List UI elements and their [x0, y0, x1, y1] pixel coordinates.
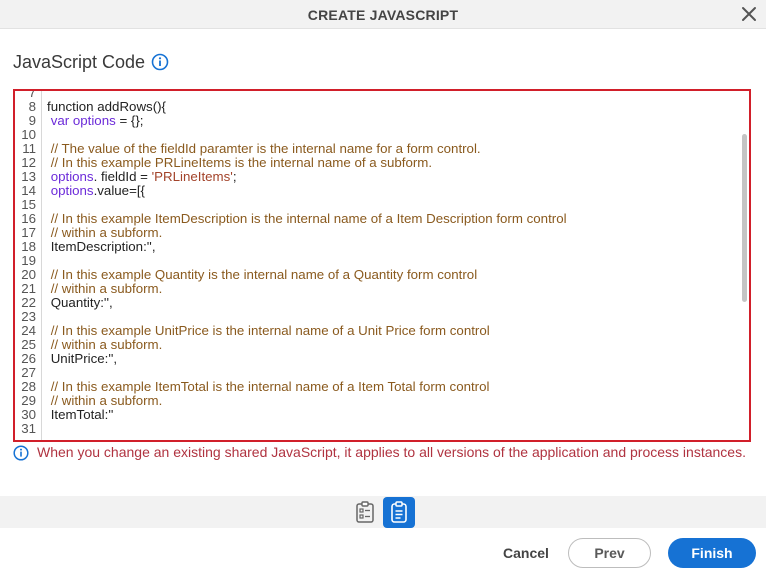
code-line[interactable]: 8 function addRows(){ [15, 100, 749, 114]
code-line[interactable]: 14 options.value=[{ [15, 184, 749, 198]
info-icon[interactable] [151, 53, 169, 71]
line-number: 25 [21, 337, 36, 352]
code-line[interactable]: 19 [15, 254, 749, 268]
code-text: // The value of the fieldId paramter is … [50, 141, 481, 156]
line-number: 30 [21, 407, 36, 422]
line-number: 28 [21, 379, 36, 394]
code-text: // In this example PRLineItems is the in… [50, 155, 433, 170]
finish-button[interactable]: Finish [668, 538, 756, 568]
line-number: 29 [21, 393, 36, 408]
code-text: // In this example ItemTotal is the inte… [50, 379, 490, 394]
code-line[interactable]: 21 // within a subform. [15, 282, 749, 296]
notice-text: When you change an existing shared JavaS… [37, 444, 746, 460]
code-line[interactable]: 25 // within a subform. [15, 338, 749, 352]
editor-scrollbar[interactable] [742, 134, 747, 302]
code-view-button[interactable] [383, 497, 415, 528]
code-text: options. fieldId = 'PRLineItems'; [50, 169, 237, 184]
code-text: // In this example UnitPrice is the inte… [50, 323, 490, 338]
code-text: // In this example ItemDescription is th… [50, 211, 567, 226]
code-line[interactable]: 16 // In this example ItemDescription is… [15, 212, 749, 226]
code-line[interactable]: 27 [15, 366, 749, 380]
code-text: // within a subform. [50, 281, 163, 296]
line-number: 10 [21, 127, 36, 142]
code-line[interactable]: 26 UnitPrice:'', [15, 352, 749, 366]
code-text: options.value=[{ [50, 183, 145, 198]
line-number: 15 [21, 197, 36, 212]
code-line[interactable]: 22 Quantity:'', [15, 296, 749, 310]
code-line[interactable]: 13 options. fieldId = 'PRLineItems'; [15, 170, 749, 184]
code-text: ItemDescription:'', [47, 239, 156, 254]
code-text: Quantity:'', [47, 295, 113, 310]
code-line[interactable]: 15 [15, 198, 749, 212]
line-number: 12 [21, 155, 36, 170]
line-number: 14 [21, 183, 36, 198]
line-number: 13 [21, 169, 36, 184]
code-line[interactable]: 12 // In this example PRLineItems is the… [15, 156, 749, 170]
line-number: 27 [21, 365, 36, 380]
code-line[interactable]: 23 [15, 310, 749, 324]
code-text: // within a subform. [50, 225, 163, 240]
code-text: // within a subform. [50, 393, 163, 408]
cancel-button[interactable]: Cancel [496, 543, 556, 563]
code-text: // In this example Quantity is the inter… [50, 267, 478, 282]
dialog-title: CREATE JAVASCRIPT [307, 7, 459, 23]
line-number: 23 [21, 309, 36, 324]
line-number: 21 [21, 281, 36, 296]
code-text: UnitPrice:'', [47, 351, 118, 366]
code-line[interactable]: 20 // In this example Quantity is the in… [15, 268, 749, 282]
line-number: 8 [28, 99, 36, 114]
form-view-icon [356, 501, 374, 523]
line-number: 18 [21, 239, 36, 254]
close-icon[interactable] [740, 5, 758, 23]
dialog-titlebar: CREATE JAVASCRIPT [0, 0, 766, 29]
code-text: // within a subform. [50, 337, 163, 352]
line-number: 26 [21, 351, 36, 366]
code-line[interactable]: 29 // within a subform. [15, 394, 749, 408]
code-line[interactable]: 31 [15, 422, 749, 436]
form-view-button[interactable] [349, 497, 381, 528]
code-line[interactable]: 30 ItemTotal:'' [15, 408, 749, 422]
code-line[interactable]: 17 // within a subform. [15, 226, 749, 240]
javascript-code-editor[interactable]: 7 8 function addRows(){9 var options = {};… [13, 89, 751, 442]
code-text: ItemTotal:'' [47, 407, 114, 422]
line-number: 22 [21, 295, 36, 310]
line-number: 19 [21, 253, 36, 268]
section-title: JavaScript Code [13, 52, 146, 72]
line-number: 24 [21, 323, 36, 338]
code-line[interactable]: 11 // The value of the fieldId paramter … [15, 142, 749, 156]
line-number: 20 [21, 267, 36, 282]
line-number: 31 [21, 421, 36, 436]
prev-button[interactable]: Prev [568, 538, 651, 568]
code-line[interactable]: 18 ItemDescription:'', [15, 240, 749, 254]
clipboard-icon [391, 501, 407, 523]
code-text: function addRows(){ [47, 99, 166, 114]
code-line[interactable]: 24 // In this example UnitPrice is the i… [15, 324, 749, 338]
line-number: 16 [21, 211, 36, 226]
code-line[interactable]: 9 var options = {}; [15, 114, 749, 128]
code-line[interactable]: 28 // In this example ItemTotal is the i… [15, 380, 749, 394]
code-lines[interactable]: 7 8 function addRows(){9 var options = {};… [15, 91, 749, 436]
info-icon [13, 445, 29, 461]
line-number: 9 [28, 113, 36, 128]
line-number: 11 [22, 141, 36, 156]
code-line[interactable]: 10 [15, 128, 749, 142]
line-number: 17 [21, 225, 36, 240]
code-text: var options = {}; [50, 113, 144, 128]
